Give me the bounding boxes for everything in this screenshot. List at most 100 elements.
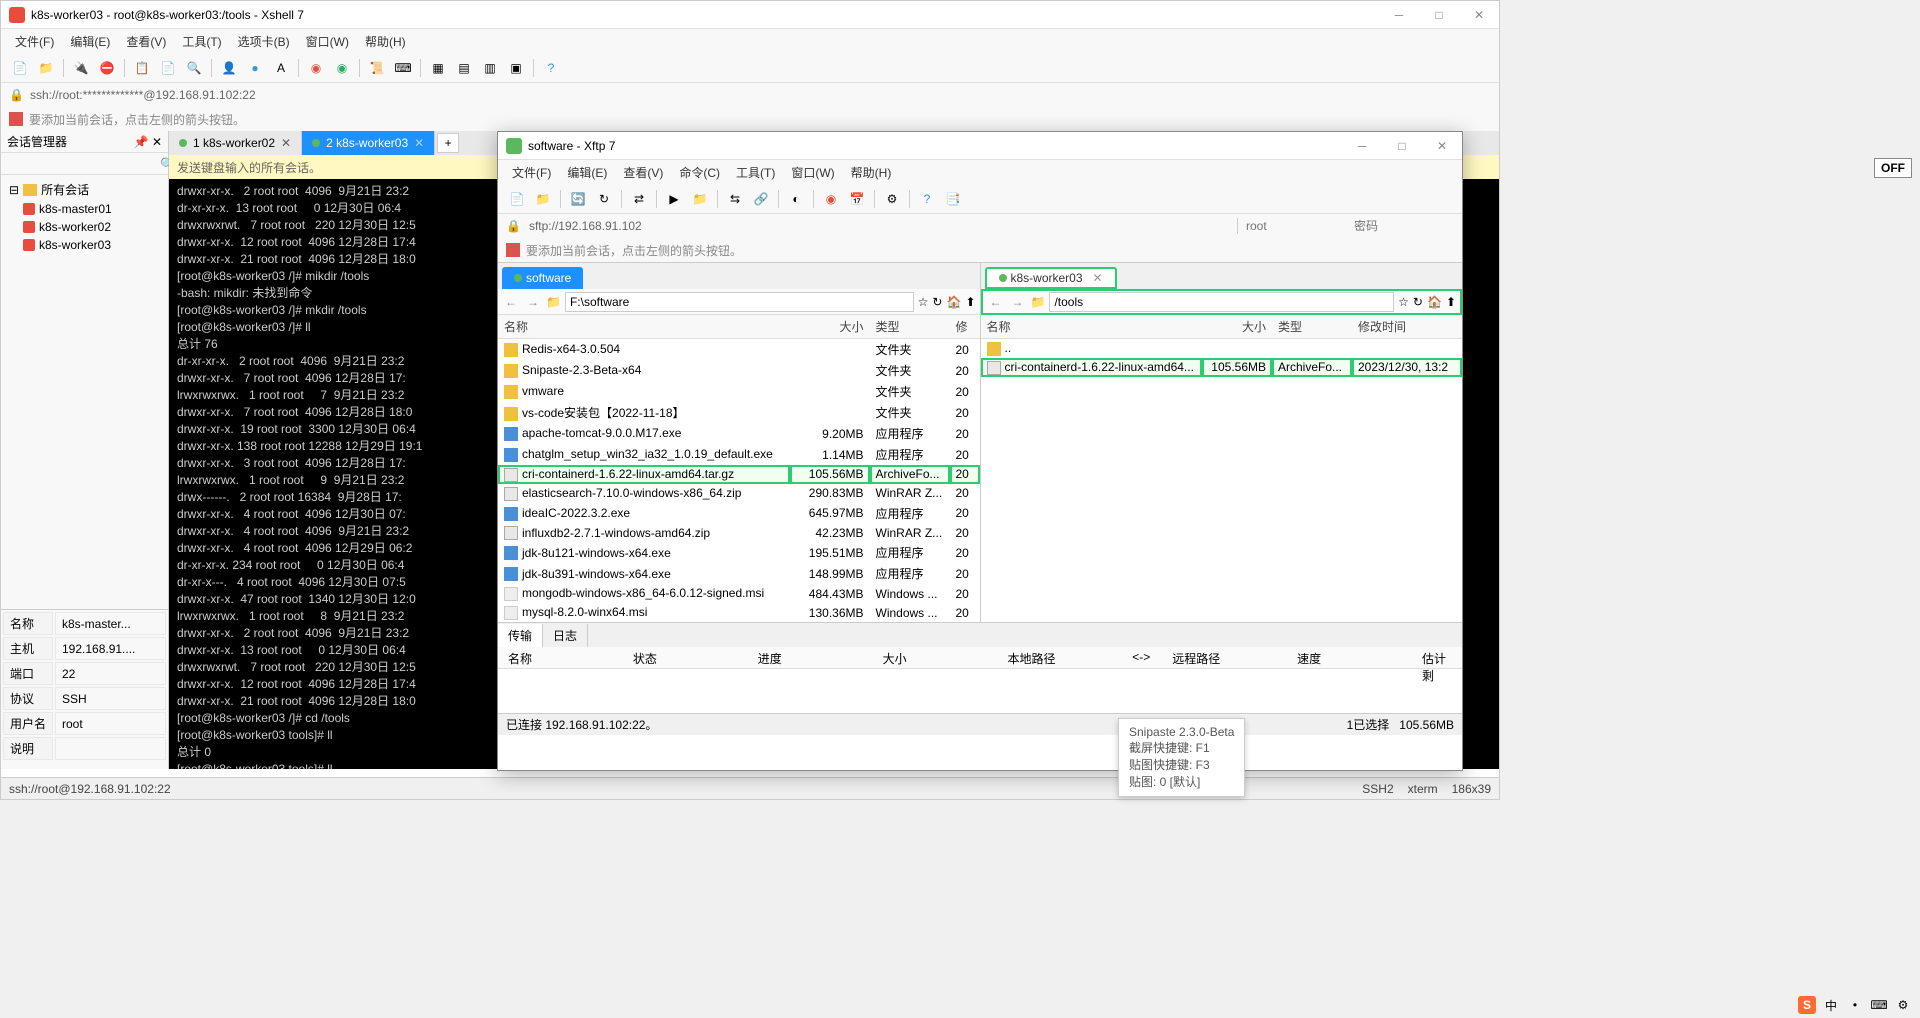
session-search-input[interactable] — [5, 157, 160, 171]
file-row[interactable]: influxdb2-2.7.1-windows-amd64.zip42.23MB… — [498, 524, 980, 543]
log-tab[interactable]: 日志 — [543, 624, 588, 647]
menu-tab[interactable]: 选项卡(B) — [232, 31, 296, 52]
new-icon[interactable]: 📄 — [506, 188, 528, 210]
up-icon[interactable]: ⬆ — [1446, 295, 1456, 309]
menu-view[interactable]: 查看(V) — [617, 162, 669, 183]
menu-edit[interactable]: 编辑(E) — [64, 31, 116, 52]
menu-help[interactable]: 帮助(H) — [845, 162, 898, 183]
paste-icon[interactable]: 📄 — [157, 57, 179, 79]
sogou-ime-icon[interactable]: S — [1798, 996, 1816, 1014]
open-icon[interactable]: 📁 — [532, 188, 554, 210]
font-icon[interactable]: A — [270, 57, 292, 79]
file-row[interactable]: mongodb-windows-x86_64-6.0.12-signed.msi… — [498, 584, 980, 603]
menu-help[interactable]: 帮助(H) — [359, 31, 412, 52]
layout-icon[interactable]: ▦ — [427, 57, 449, 79]
back-icon[interactable]: ← — [987, 295, 1005, 309]
xftp-address[interactable]: sftp://192.168.91.102 — [529, 219, 1229, 233]
tab-close-icon[interactable]: ✕ — [281, 136, 291, 150]
star-icon[interactable]: ☆ — [1398, 295, 1409, 309]
menu-window[interactable]: 窗口(W) — [300, 31, 355, 52]
transfer-tab[interactable]: 传输 — [498, 624, 543, 647]
transfer-icon[interactable]: ⇄ — [628, 188, 650, 210]
gear-icon[interactable]: ⚙ — [881, 188, 903, 210]
profile-icon[interactable]: 👤 — [218, 57, 240, 79]
xftp-icon[interactable]: ◉ — [305, 57, 327, 79]
back-icon[interactable]: ← — [502, 295, 520, 309]
maximize-button[interactable]: □ — [1382, 132, 1422, 160]
help-icon[interactable]: ? — [540, 57, 562, 79]
remote-tab[interactable]: k8s-worker03 ✕ — [985, 267, 1117, 289]
play-icon[interactable]: ▶ — [663, 188, 685, 210]
new-session-icon[interactable]: 📄 — [9, 57, 31, 79]
password-input[interactable] — [1354, 219, 1454, 233]
bookmark-icon[interactable]: 📑 — [942, 188, 964, 210]
help-icon[interactable]: ? — [916, 188, 938, 210]
ime-keyboard-icon[interactable]: ⌨ — [1870, 996, 1888, 1014]
menu-tools[interactable]: 工具(T) — [730, 162, 781, 183]
tab-close-icon[interactable]: ✕ — [1093, 271, 1103, 285]
local-tab[interactable]: software — [502, 267, 583, 289]
file-row[interactable]: Snipaste-2.3-Beta-x64文件夹20 — [498, 360, 980, 381]
refresh-icon[interactable]: ↻ — [593, 188, 615, 210]
home-icon[interactable]: 🏠 — [1427, 295, 1442, 309]
keymap-icon[interactable]: ⌨ — [392, 57, 414, 79]
off-button[interactable]: OFF — [1874, 158, 1912, 178]
session-item[interactable]: k8s-worker03 — [5, 236, 164, 254]
file-row[interactable]: jdk-8u391-windows-x64.exe148.99MB应用程序20 — [498, 563, 980, 584]
terminal-tab-active[interactable]: 2 k8s-worker03 ✕ — [302, 131, 435, 155]
menu-command[interactable]: 命令(C) — [673, 162, 726, 183]
up-icon[interactable]: ⬆ — [965, 295, 975, 309]
minimize-button[interactable]: ─ — [1379, 1, 1419, 29]
close-panel-icon[interactable]: ✕ — [152, 135, 162, 149]
close-button[interactable]: ✕ — [1422, 132, 1462, 160]
home-icon[interactable]: 🏠 — [946, 295, 961, 309]
file-row[interactable]: elasticsearch-7.10.0-windows-x86_64.zip2… — [498, 484, 980, 503]
disconnect-icon[interactable]: ⛔ — [96, 57, 118, 79]
xftp2-icon[interactable]: ◉ — [331, 57, 353, 79]
local-file-list[interactable]: 名称 大小 类型 修 Redis-x64-3.0.504文件夹20Snipast… — [498, 315, 980, 622]
menu-tools[interactable]: 工具(T) — [176, 31, 227, 52]
forward-icon[interactable]: → — [1009, 295, 1027, 309]
script-icon[interactable]: 📜 — [366, 57, 388, 79]
address-text[interactable]: ssh://root:*************@192.168.91.102:… — [30, 88, 256, 102]
file-row[interactable]: chatglm_setup_win32_ia32_1.0.19_default.… — [498, 444, 980, 465]
layout3-icon[interactable]: ▥ — [479, 57, 501, 79]
maximize-button[interactable]: □ — [1419, 1, 1459, 29]
file-row[interactable]: .. — [981, 339, 1463, 358]
new-folder-icon[interactable]: 📁 — [689, 188, 711, 210]
file-row[interactable]: cri-containerd-1.6.22-linux-amd64.tar.gz… — [498, 465, 980, 484]
file-row[interactable]: cri-containerd-1.6.22-linux-amd64...105.… — [981, 358, 1463, 377]
remote-file-list[interactable]: 名称 大小 类型 修改时间 ..cri-containerd-1.6.22-li… — [981, 315, 1463, 622]
ime-punct-icon[interactable]: • — [1846, 996, 1864, 1014]
file-row[interactable]: ideaIC-2022.3.2.exe645.97MB应用程序20 — [498, 503, 980, 524]
switch-icon[interactable]: ⇆ — [724, 188, 746, 210]
file-row[interactable]: jdk-8u121-windows-x64.exe195.51MB应用程序20 — [498, 542, 980, 563]
menu-view[interactable]: 查看(V) — [120, 31, 172, 52]
refresh-icon[interactable]: ↻ — [932, 295, 942, 309]
refresh-icon[interactable]: ↻ — [1413, 295, 1423, 309]
session-item[interactable]: k8s-master01 — [5, 200, 164, 218]
color-icon[interactable]: ◐ — [785, 188, 807, 210]
copy-icon[interactable]: 📋 — [131, 57, 153, 79]
forward-icon[interactable]: → — [524, 295, 542, 309]
pin-icon[interactable]: 📌 — [134, 135, 149, 149]
search-icon[interactable]: 🔍 — [183, 57, 205, 79]
file-row[interactable]: vs-code安装包【2022-11-18】文件夹20 — [498, 402, 980, 423]
tab-close-icon[interactable]: ✕ — [414, 136, 424, 150]
file-row[interactable]: mysql-8.2.0-winx64.msi130.36MBWindows ..… — [498, 603, 980, 622]
remote-path-input[interactable] — [1049, 292, 1394, 312]
user-input[interactable] — [1246, 219, 1346, 233]
color-icon[interactable]: ● — [244, 57, 266, 79]
terminal-tab[interactable]: 1 k8s-worker02 ✕ — [169, 131, 302, 155]
reconnect-icon[interactable]: 🔌 — [70, 57, 92, 79]
menu-file[interactable]: 文件(F) — [9, 31, 60, 52]
minimize-button[interactable]: ─ — [1342, 132, 1382, 160]
tab-add-button[interactable]: + — [437, 133, 459, 153]
file-row[interactable]: Redis-x64-3.0.504文件夹20 — [498, 339, 980, 361]
close-button[interactable]: ✕ — [1459, 1, 1499, 29]
menu-window[interactable]: 窗口(W) — [785, 162, 840, 183]
layout4-icon[interactable]: ▣ — [505, 57, 527, 79]
menu-file[interactable]: 文件(F) — [506, 162, 557, 183]
open-folder-icon[interactable]: 📁 — [35, 57, 57, 79]
link-icon[interactable]: 🔗 — [750, 188, 772, 210]
